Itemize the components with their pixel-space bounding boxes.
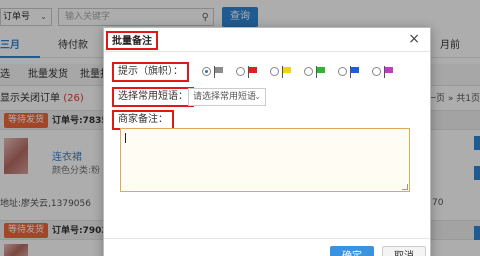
flag-icon xyxy=(315,66,327,78)
flag-icon xyxy=(213,66,225,78)
radio[interactable] xyxy=(338,67,347,76)
flag-cloth xyxy=(351,67,359,73)
flag-option-green[interactable] xyxy=(304,64,330,80)
resize-handle[interactable] xyxy=(402,184,408,190)
flag-options xyxy=(200,64,396,80)
flag-label: 提示（旗帜）： xyxy=(112,62,189,82)
text-cursor xyxy=(125,133,126,143)
flag-cloth xyxy=(249,67,257,73)
flag-option-red[interactable] xyxy=(236,64,262,80)
radio[interactable] xyxy=(236,67,245,76)
phrase-label: 选择常用短语： xyxy=(112,87,194,107)
flag-cloth xyxy=(385,67,393,73)
flag-cloth xyxy=(215,67,223,73)
flag-icon xyxy=(281,66,293,78)
flag-option-gray[interactable] xyxy=(202,64,228,80)
remark-label: 商家备注： xyxy=(112,110,174,130)
dialog-title: 批量备注 xyxy=(106,31,158,50)
radio[interactable] xyxy=(304,67,313,76)
flag-icon xyxy=(247,66,259,78)
flag-option-blue[interactable] xyxy=(338,64,364,80)
dialog-header: 批量备注 × xyxy=(104,28,430,52)
confirm-button[interactable]: 确定 xyxy=(330,246,374,256)
radio[interactable] xyxy=(270,67,279,76)
radio[interactable] xyxy=(372,67,381,76)
close-icon[interactable]: × xyxy=(408,31,420,47)
radio-selected[interactable] xyxy=(202,67,211,76)
merchant-remark-textarea[interactable] xyxy=(120,128,410,192)
common-phrase-select[interactable]: 请选择常用短语 ⌄ xyxy=(188,88,266,106)
flag-icon xyxy=(383,66,395,78)
batch-remark-dialog: 批量备注 × 提示（旗帜）： 选择常用短语： 请选择常用短语 ⌄ 商家备注： xyxy=(103,27,431,256)
flag-cloth xyxy=(317,67,325,73)
dialog-footer: 确定 取消 xyxy=(104,238,430,256)
flag-option-purple[interactable] xyxy=(372,64,398,80)
cancel-button[interactable]: 取消 xyxy=(382,246,426,256)
phrase-select-value: 请选择常用短语 xyxy=(193,92,257,102)
flag-icon xyxy=(349,66,361,78)
chevron-down-icon: ⌄ xyxy=(254,92,261,101)
flag-cloth xyxy=(283,67,291,73)
flag-option-yellow[interactable] xyxy=(270,64,296,80)
